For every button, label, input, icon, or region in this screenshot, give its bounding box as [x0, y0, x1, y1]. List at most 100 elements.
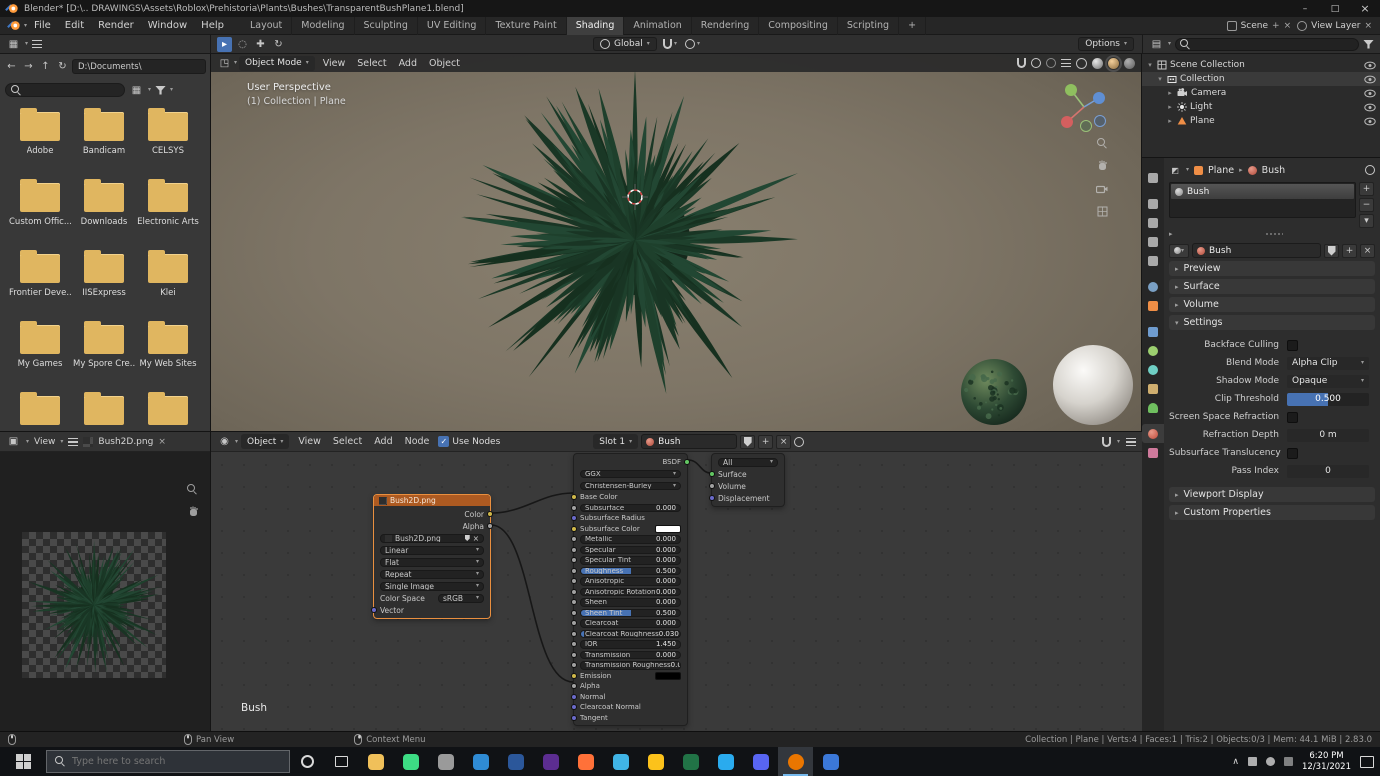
properties-tab-particles[interactable] [1142, 341, 1164, 360]
visibility-eye-icon[interactable] [1364, 61, 1376, 70]
input-socket[interactable] [571, 715, 577, 721]
new-material-button[interactable]: + [1342, 244, 1357, 258]
bsdf-specular-tint-slider[interactable]: Specular Tint0.000 [580, 556, 681, 565]
checkbox-subsurface-translucency[interactable] [1287, 448, 1298, 459]
properties-tab-object[interactable] [1142, 296, 1164, 315]
shader-menu-node[interactable]: Node [399, 433, 436, 450]
bsdf-sheen-tint-slider[interactable]: Sheen Tint0.500 [580, 609, 681, 618]
add-slot-button[interactable]: + [1359, 182, 1374, 196]
dropdown-blend-mode[interactable]: Alpha Clip▾ [1287, 357, 1369, 370]
remove-slot-button[interactable]: − [1359, 198, 1374, 212]
folder-item[interactable] [8, 389, 72, 431]
task-view-button[interactable] [324, 747, 358, 776]
input-socket[interactable] [571, 599, 577, 605]
forward-button[interactable]: → [21, 59, 36, 74]
field-refraction-depth[interactable]: 0 m [1287, 429, 1369, 442]
menu-burger-icon[interactable] [68, 438, 78, 446]
shading-rendered-icon[interactable] [1124, 58, 1135, 69]
options-dropdown[interactable]: Options ▾ [1078, 37, 1134, 51]
taskbar-clock[interactable]: 6:20 PM 12/31/2021 [1302, 751, 1351, 772]
bsdf-anisotropic-slider[interactable]: Anisotropic0.000 [580, 577, 681, 586]
input-socket[interactable] [571, 505, 577, 511]
color-output-socket[interactable] [487, 511, 493, 517]
action-center-icon[interactable] [1360, 756, 1374, 768]
bsdf-metallic-slider[interactable]: Metallic0.000 [580, 535, 681, 544]
slot-dropdown[interactable]: Slot 1 ▾ [593, 434, 638, 449]
display-mode-icon[interactable] [32, 40, 42, 48]
shading-material-icon[interactable] [1108, 58, 1119, 69]
resize-grip-icon[interactable] [1265, 232, 1283, 236]
input-socket[interactable] [571, 694, 577, 700]
viewport-menu-object[interactable]: Object [423, 55, 466, 72]
taskbar-app-visual-studio[interactable] [533, 747, 568, 776]
node-header[interactable]: Bush2D.png [374, 495, 490, 506]
snap-magnet-icon[interactable] [1102, 437, 1111, 447]
image-texture-node[interactable]: Bush2D.png Color Alpha Bush2D.png × Line… [373, 494, 491, 619]
snap-magnet-icon[interactable] [1017, 58, 1026, 68]
folder-downloads[interactable]: Downloads [72, 176, 136, 247]
parent-dir-button[interactable]: ↑ [38, 59, 53, 74]
bsdf-subsurface-slider[interactable]: Subsurface0.000 [580, 504, 681, 513]
outliner-item-scene-collection[interactable]: ▾Scene Collection [1142, 58, 1380, 72]
file-search-input[interactable] [26, 85, 114, 95]
outliner-item-camera[interactable]: ▸Camera [1142, 86, 1380, 100]
panel-volume[interactable]: ▸Volume [1169, 297, 1375, 312]
folder-electronic-arts[interactable]: Electronic Arts [136, 176, 200, 247]
bsdf-sheen-slider[interactable]: Sheen0.000 [580, 598, 681, 607]
pin-icon[interactable] [794, 437, 804, 447]
properties-tab-physics[interactable] [1142, 360, 1164, 379]
folder-custom-offic[interactable]: Custom Offic... [8, 176, 72, 247]
input-socket[interactable] [571, 652, 577, 658]
input-socket[interactable] [571, 704, 577, 710]
checkbox-backface-culling[interactable] [1287, 340, 1298, 351]
shading-wireframe-icon[interactable] [1076, 58, 1087, 69]
properties-tab-constraints[interactable] [1142, 379, 1164, 398]
output-target-dropdown[interactable]: All▾ [718, 458, 778, 467]
viewport-menu-add[interactable]: Add [393, 55, 423, 72]
input-socket[interactable] [571, 641, 577, 647]
vector-input-socket[interactable] [371, 607, 377, 613]
path-field[interactable]: D:\Documents\ [72, 59, 206, 74]
volume-icon[interactable] [1266, 757, 1275, 766]
new-material-button[interactable]: + [758, 435, 773, 449]
workspace-tab-compositing[interactable]: Compositing [759, 17, 838, 35]
expander-icon[interactable]: ▾ [1156, 75, 1164, 83]
camera-view-icon[interactable] [1096, 184, 1108, 197]
taskbar-search-input[interactable] [72, 756, 262, 767]
back-button[interactable]: ← [4, 59, 19, 74]
fake-user-button[interactable] [740, 435, 755, 449]
properties-tab-view-layer[interactable] [1142, 232, 1164, 251]
show-gizmo-icon[interactable] [1046, 58, 1056, 68]
properties-tab-output[interactable] [1142, 213, 1164, 232]
expander-icon[interactable]: ▾ [1146, 61, 1154, 69]
image-node-dropdown-linear[interactable]: Linear▾ [380, 546, 484, 555]
cortana-button[interactable] [290, 747, 324, 776]
bsdf-transmission-roughness-slider[interactable]: Transmission Roughness0.000 [580, 661, 681, 670]
outliner-item-collection[interactable]: ▾Collection [1142, 72, 1380, 86]
input-socket[interactable] [571, 568, 577, 574]
material-slot[interactable]: Bush [1171, 184, 1354, 199]
image-datablock[interactable]: Bush2D.png × [380, 534, 484, 543]
folder-my-games[interactable]: My Games [8, 318, 72, 389]
editor-type-icon[interactable]: ◩ [1169, 164, 1181, 176]
folder-klei[interactable]: Klei [136, 247, 200, 318]
editor-type-icon[interactable]: ◉ [217, 435, 232, 448]
taskbar-app-firefox[interactable] [568, 747, 603, 776]
taskbar-app-photos[interactable] [603, 747, 638, 776]
menu-file[interactable]: File [27, 17, 58, 35]
volume-input-socket[interactable] [709, 483, 715, 489]
folder-adobe[interactable]: Adobe [8, 105, 72, 176]
properties-tab-world[interactable] [1142, 277, 1164, 296]
color-swatch[interactable] [655, 672, 681, 680]
bsdf-specular-slider[interactable]: Specular0.000 [580, 546, 681, 555]
zoom-icon[interactable] [187, 484, 198, 498]
proportional-editing-icon[interactable] [685, 39, 695, 49]
pan-hand-icon[interactable] [188, 506, 199, 520]
tray-expand-icon[interactable]: ∧ [1232, 757, 1239, 767]
bsdf-anisotropic-rotation-slider[interactable]: Anisotropic Rotation0.000 [580, 588, 681, 597]
panel-surface[interactable]: ▸Surface [1169, 279, 1375, 294]
breadcrumb-material[interactable]: Bush [1262, 165, 1286, 176]
properties-tab-scene[interactable] [1142, 251, 1164, 270]
folder-celsys[interactable]: CELSYS [136, 105, 200, 176]
editor-type-icon[interactable]: ▦ [6, 37, 21, 52]
